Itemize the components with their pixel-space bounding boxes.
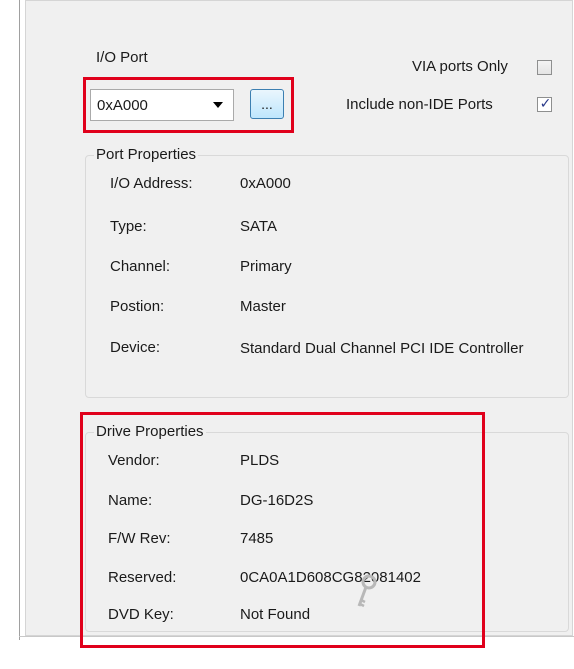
port-value-type: SATA	[240, 218, 277, 235]
port-properties-title: Port Properties	[94, 146, 199, 163]
window-left-border	[19, 0, 20, 640]
drive-properties-highlight	[80, 412, 485, 648]
via-ports-only-checkbox[interactable]	[537, 60, 552, 75]
include-non-ide-label: Include non-IDE Ports	[346, 96, 493, 113]
port-value-channel: Primary	[240, 258, 292, 275]
io-port-label: I/O Port	[96, 49, 148, 66]
port-key-io-address: I/O Address:	[110, 175, 193, 192]
port-key-type: Type:	[110, 218, 147, 235]
port-value-device: Standard Dual Channel PCI IDE Controller	[240, 340, 524, 357]
port-value-position: Master	[240, 298, 286, 315]
via-ports-only-label: VIA ports Only	[412, 58, 508, 75]
port-key-device: Device:	[110, 339, 161, 356]
port-key-position: Postion:	[110, 298, 165, 315]
checkmark-icon: ✓	[539, 95, 552, 111]
include-non-ide-checkbox[interactable]: ✓	[537, 95, 552, 112]
port-key-channel: Channel:	[110, 258, 171, 275]
port-value-io-address: 0xA000	[240, 175, 291, 192]
io-port-highlight	[83, 77, 294, 133]
